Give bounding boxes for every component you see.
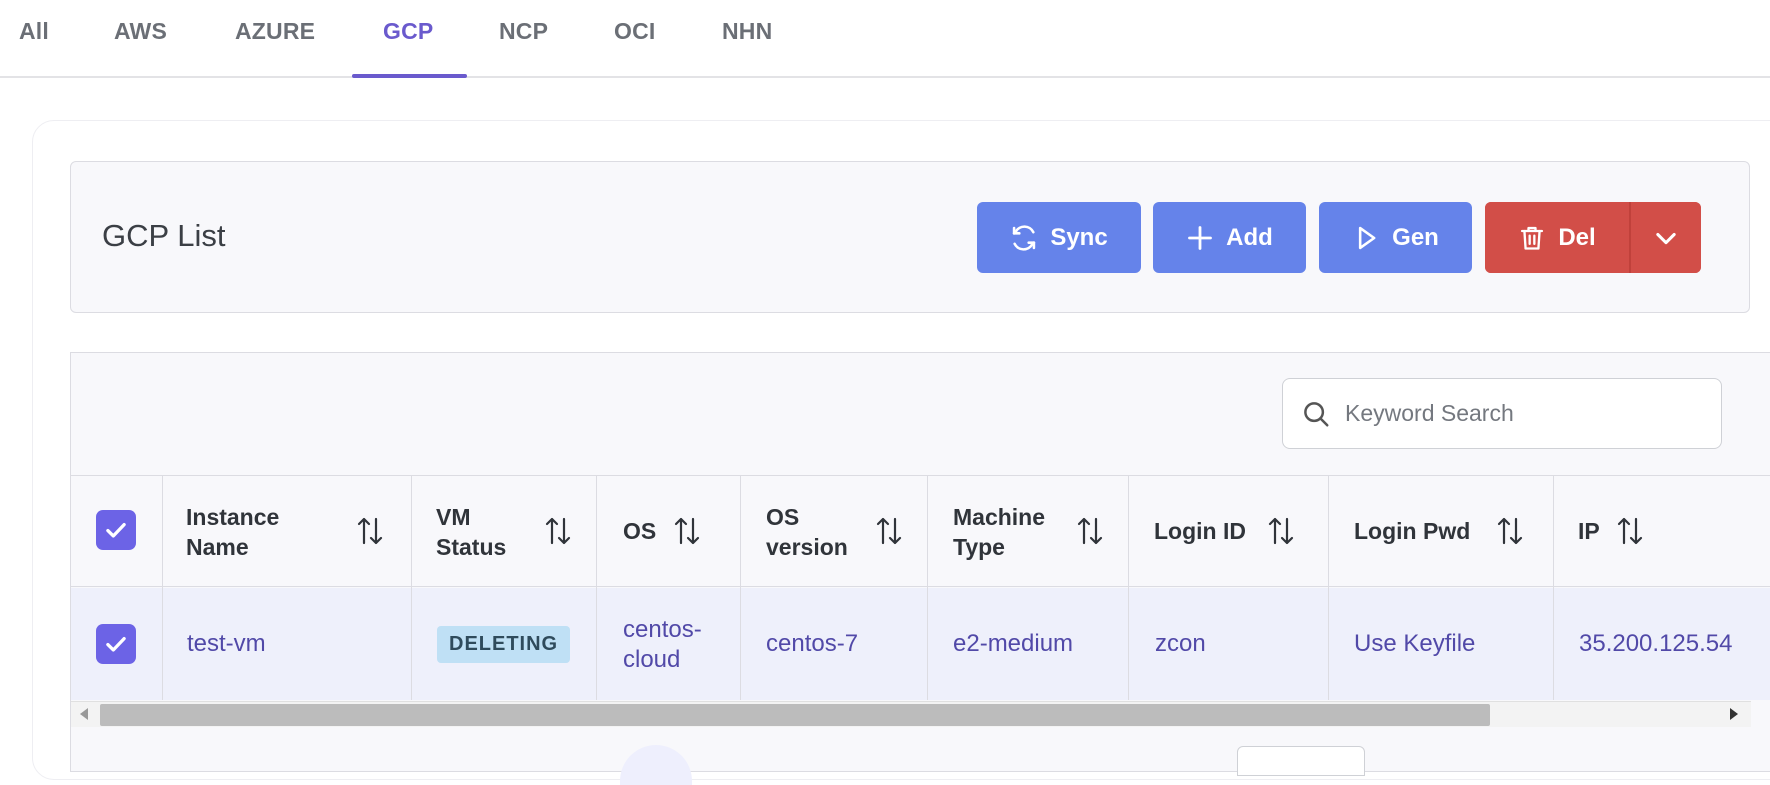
sync-button[interactable]: Sync — [977, 202, 1141, 273]
gen-button[interactable]: Gen — [1319, 202, 1472, 273]
cell-machine-type: e2-medium — [953, 630, 1074, 657]
column-divider — [927, 476, 928, 700]
scrollbar-thumb[interactable] — [100, 704, 1490, 726]
sort-icon[interactable] — [673, 516, 701, 546]
active-tab-indicator — [352, 74, 467, 78]
cell-os: centos-cloud — [623, 616, 702, 673]
status-badge: DELETING — [437, 626, 571, 663]
tab-aws[interactable]: AWS — [114, 18, 167, 45]
cell-instance-name[interactable]: test-vm — [187, 629, 266, 659]
del-button-label: Del — [1558, 223, 1596, 251]
column-header-ip[interactable]: IP — [1578, 516, 1600, 546]
column-header-os[interactable]: OS — [623, 516, 656, 546]
select-all-checkbox[interactable] — [96, 510, 136, 550]
del-dropdown-toggle[interactable] — [1631, 202, 1701, 273]
plus-icon — [1188, 225, 1213, 250]
sync-icon — [1013, 224, 1036, 251]
add-button[interactable]: Add — [1153, 202, 1306, 273]
tab-ncp[interactable]: NCP — [499, 18, 548, 45]
cell-ip: 35.200.125.54 — [1579, 630, 1733, 657]
column-header-os-version[interactable]: OS version — [766, 502, 848, 562]
scroll-right-arrow-icon[interactable] — [1730, 708, 1738, 720]
column-divider — [1553, 476, 1554, 700]
gen-button-label: Gen — [1392, 223, 1439, 251]
sort-icon[interactable] — [1076, 516, 1104, 546]
scroll-left-arrow-icon[interactable] — [80, 708, 88, 720]
column-divider — [1328, 476, 1329, 700]
column-divider — [162, 476, 163, 700]
tab-oci[interactable]: OCI — [614, 18, 656, 45]
tab-nhn[interactable]: NHN — [722, 18, 772, 45]
column-header-login-pwd[interactable]: Login Pwd — [1354, 516, 1470, 546]
column-header-login-id[interactable]: Login ID — [1154, 516, 1246, 546]
cell-os-version: centos-7 — [766, 630, 859, 657]
sort-icon[interactable] — [1496, 516, 1524, 546]
keyword-search — [1282, 378, 1722, 449]
cell-login-pwd: Use Keyfile — [1354, 630, 1476, 657]
sort-icon[interactable] — [544, 516, 572, 546]
sort-icon[interactable] — [356, 516, 384, 546]
sort-icon[interactable] — [1267, 516, 1295, 546]
add-button-label: Add — [1226, 223, 1273, 251]
tab-gcp[interactable]: GCP — [383, 18, 433, 45]
play-icon — [1359, 226, 1376, 249]
column-divider — [596, 476, 597, 700]
cell-login-id: zcon — [1155, 630, 1206, 657]
check-icon — [106, 636, 126, 652]
del-button[interactable]: Del — [1485, 202, 1629, 273]
trash-icon — [1521, 226, 1544, 250]
column-divider — [1128, 476, 1129, 700]
row-checkbox[interactable] — [96, 624, 136, 664]
sort-icon[interactable] — [875, 516, 903, 546]
column-header-vm-status[interactable]: VM Status — [436, 502, 506, 562]
column-divider — [411, 476, 412, 700]
search-icon — [1304, 402, 1329, 427]
column-header-machine-type[interactable]: Machine Type — [953, 502, 1045, 562]
column-divider — [740, 476, 741, 700]
chevron-down-icon — [1656, 232, 1676, 244]
page-title: GCP List — [102, 218, 226, 253]
sort-icon[interactable] — [1616, 516, 1644, 546]
tab-all[interactable]: All — [19, 18, 49, 45]
check-icon — [106, 522, 126, 538]
column-header-instance-name[interactable]: Instance Name — [186, 502, 279, 562]
page-size-select[interactable] — [1237, 746, 1365, 776]
sync-button-label: Sync — [1050, 223, 1108, 251]
tab-azure[interactable]: AZURE — [235, 18, 315, 45]
search-input[interactable] — [1345, 400, 1685, 427]
table-row[interactable] — [71, 588, 1770, 700]
cloud-provider-tabs: All AWS AZURE GCP NCP OCI NHN — [0, 0, 1770, 78]
